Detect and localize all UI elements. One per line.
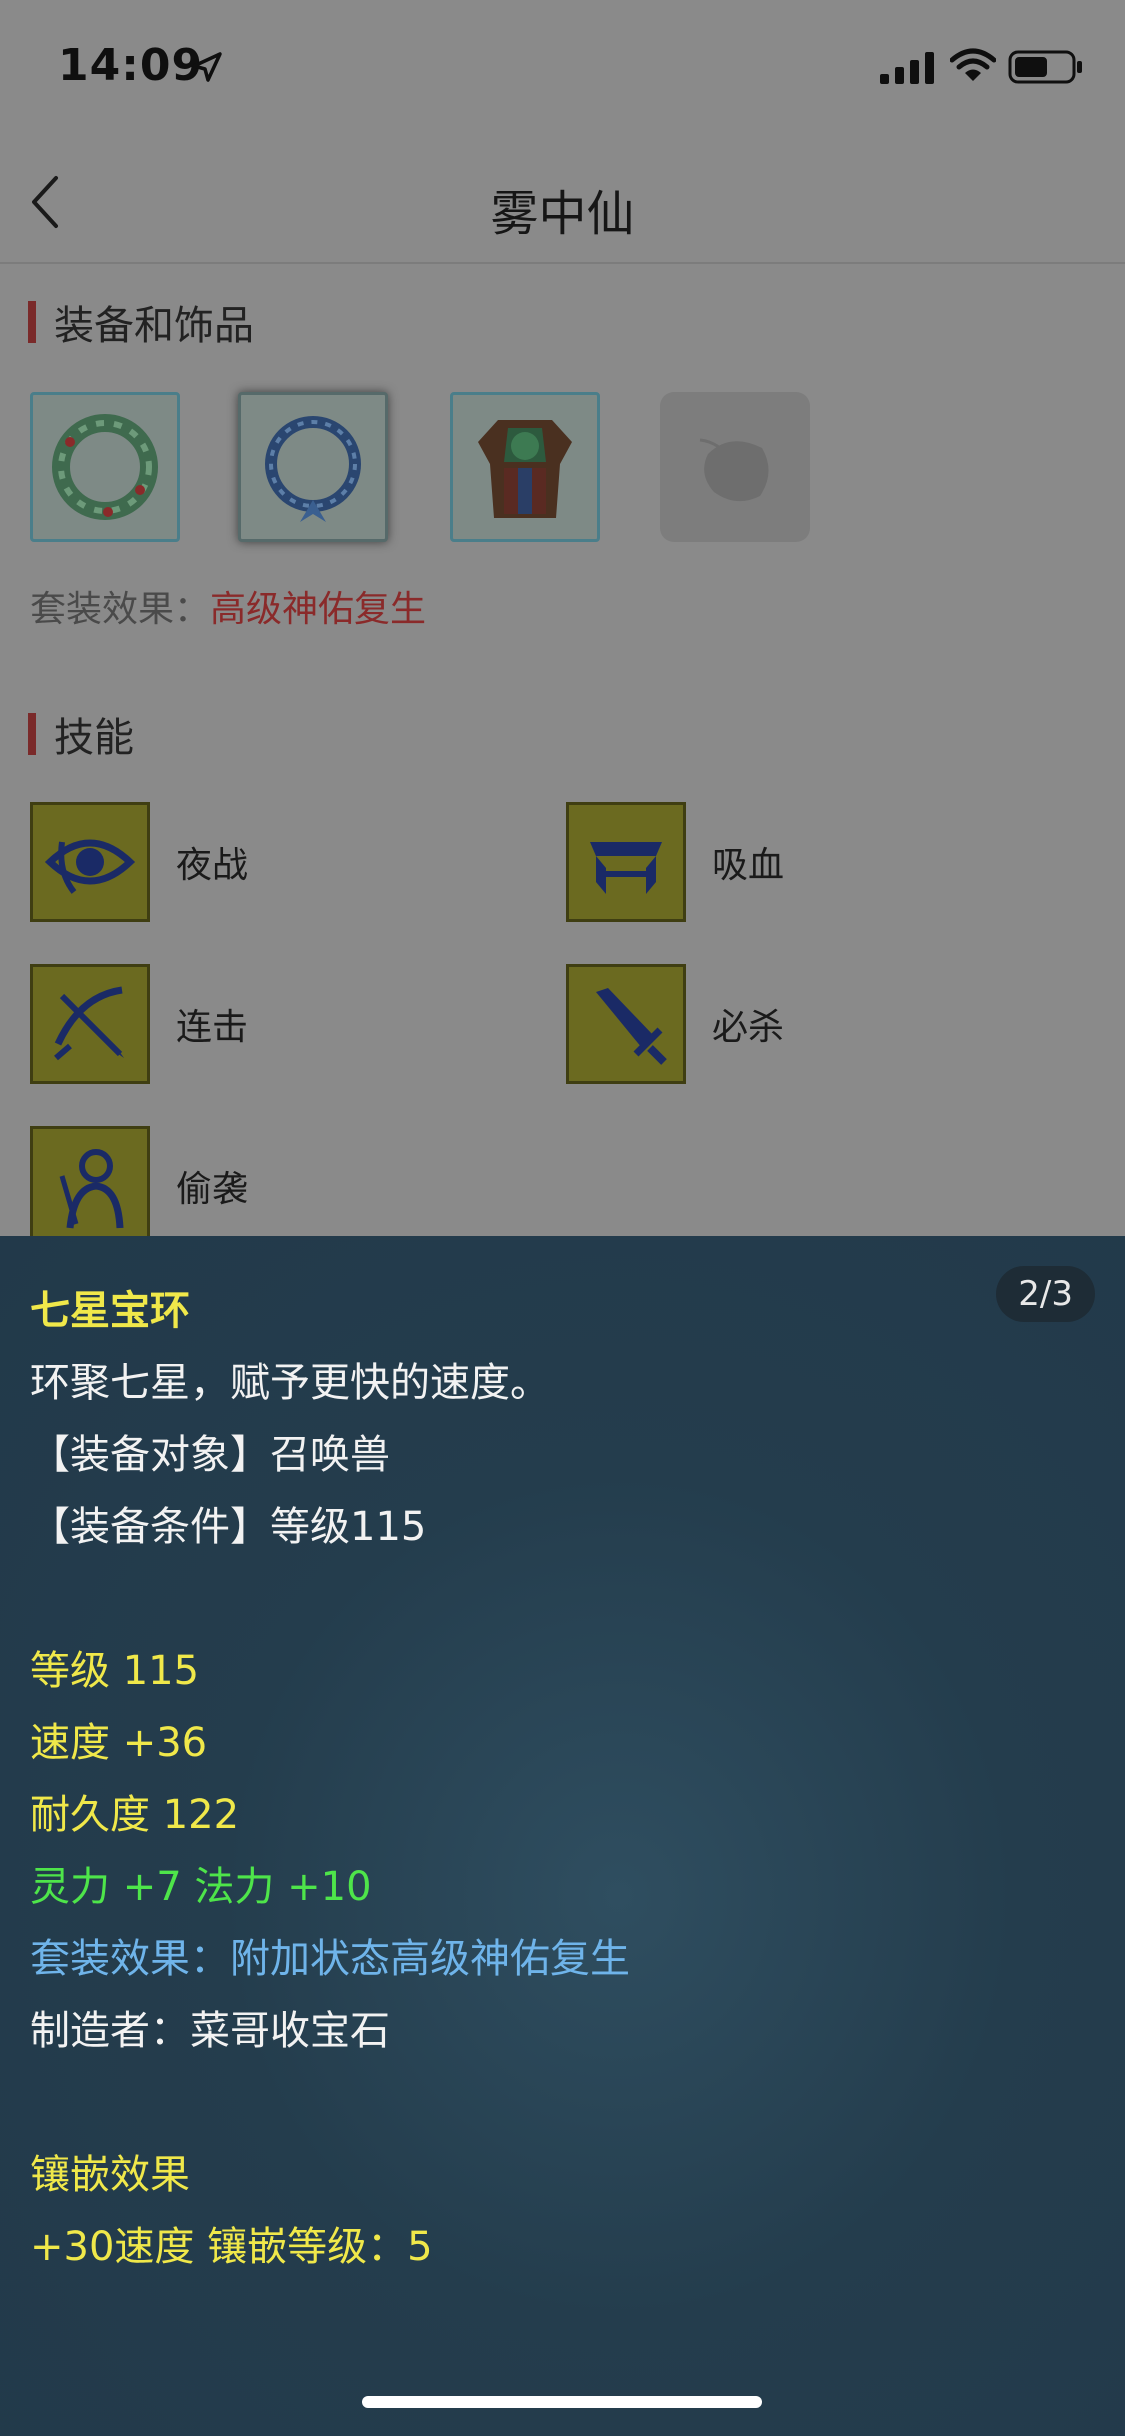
nav-bar: 雾中仙 (0, 132, 1125, 264)
eye-icon (30, 802, 150, 922)
wifi-icon (950, 48, 996, 81)
item-set-effect: 套装效果：附加状态高级神佑复生 (30, 1936, 630, 1982)
skills-section-title: 技能 (54, 715, 134, 761)
crossbow-icon (30, 964, 150, 1084)
equipment-section-header: 装备和饰品 (28, 300, 254, 349)
empty-slot-icon (699, 438, 769, 502)
skill-combo[interactable]: 连击 (30, 964, 248, 1084)
blue-ring-icon (265, 416, 361, 522)
skill-lifesteal[interactable]: 吸血 (566, 802, 784, 922)
page-indicator-badge: 2/3 (996, 1266, 1095, 1322)
green-ring-icon (52, 414, 158, 520)
battery-icon (1008, 50, 1082, 84)
inlay-title: 镶嵌效果 (30, 2152, 190, 2198)
set-effect-label: 套装效果： (30, 589, 211, 630)
skill-night-battle[interactable]: 夜战 (30, 802, 248, 922)
item-level: 等级 115 (30, 1648, 200, 1694)
section-accent-bar (28, 713, 36, 755)
fangs-icon (566, 802, 686, 922)
item-speed: 速度 +36 (30, 1720, 208, 1766)
skill-label: 必杀 (712, 1007, 785, 1048)
page-title: 雾中仙 (490, 186, 635, 242)
skill-label: 吸血 (712, 845, 785, 886)
equip-slot-armor[interactable] (450, 392, 600, 542)
skill-sneak-attack[interactable]: 偷袭 (30, 1126, 248, 1246)
equipment-section-title: 装备和饰品 (54, 303, 254, 349)
item-bonus-stats: 灵力 +7 法力 +10 (30, 1864, 372, 1910)
figure-icon (30, 1126, 150, 1246)
inlay-detail: +30速度 镶嵌等级：5 (30, 2224, 433, 2270)
signal-icon (880, 52, 934, 84)
equip-slot-empty[interactable] (660, 392, 810, 542)
sword-icon (566, 964, 686, 1084)
skill-label: 连击 (176, 1007, 249, 1048)
status-time: 14:09 (58, 40, 204, 91)
skill-label: 夜战 (176, 845, 249, 886)
item-description: 环聚七星，赋予更快的速度。 (30, 1360, 550, 1406)
status-bar: 14:09 (0, 0, 1125, 132)
section-accent-bar (28, 301, 36, 343)
item-equip-target: 【装备对象】召唤兽 (30, 1432, 390, 1478)
location-arrow-icon (192, 52, 222, 82)
armor-icon (478, 420, 572, 518)
equipment-set-effect: 套装效果：高级神佑复生 (30, 580, 426, 632)
skill-critical[interactable]: 必杀 (566, 964, 784, 1084)
skill-label: 偷袭 (176, 1169, 249, 1210)
item-detail-panel[interactable]: 2/3 七星宝环 环聚七星，赋予更快的速度。 【装备对象】召唤兽 【装备条件】等… (0, 1236, 1125, 2436)
item-durability: 耐久度 122 (30, 1792, 240, 1838)
equip-slot-green-ring[interactable] (30, 392, 180, 542)
item-equip-condition: 【装备条件】等级115 (30, 1504, 427, 1550)
set-effect-value: 高级神佑复生 (210, 589, 427, 630)
equip-slot-blue-ring[interactable] (238, 392, 388, 542)
item-maker: 制造者：菜哥收宝石 (30, 2008, 390, 2054)
skills-section-header: 技能 (28, 712, 134, 761)
item-title: 七星宝环 (30, 1288, 190, 1334)
home-indicator[interactable] (362, 2396, 762, 2408)
